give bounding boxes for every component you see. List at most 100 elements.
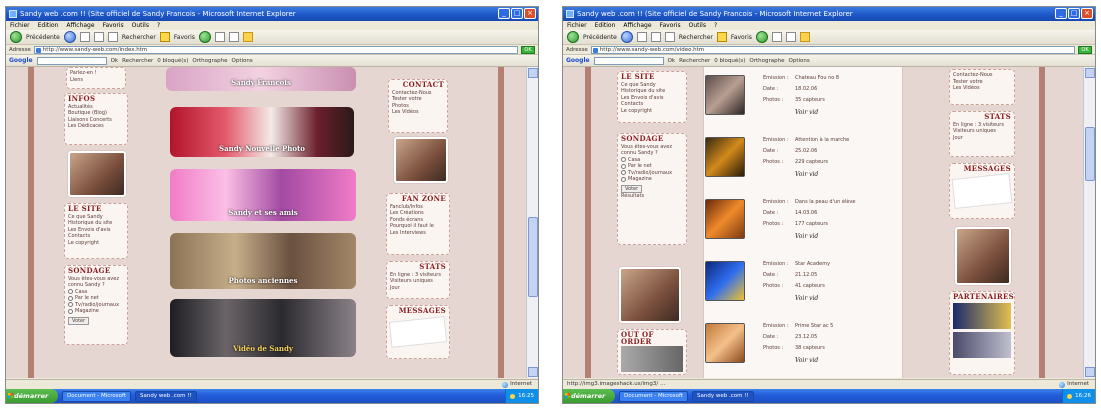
go-button[interactable]: OK [521,45,535,54]
favorites-icon[interactable] [716,32,727,42]
stop-icon[interactable] [636,32,647,42]
partner-banner[interactable] [953,331,1011,358]
banner-top[interactable]: Sandy Francois [166,67,356,91]
sidebar-link[interactable]: Les Interviews [390,230,446,237]
maximize-button[interactable]: □ [511,8,523,19]
google-search[interactable]: Rechercher [122,58,153,64]
video-thumbnail[interactable] [705,75,745,115]
taskbar-item-active[interactable]: Sandy web .com !! [692,390,754,402]
favorites-icon[interactable] [159,32,170,42]
banner-photo-4[interactable]: Photos anciennes [170,233,356,289]
mail-icon[interactable] [771,32,782,42]
banner-photo-2[interactable]: Sandy Nouvelle Photo [170,107,354,157]
google-search-input[interactable] [36,56,107,65]
mail-icon[interactable] [214,32,225,42]
menu-tools[interactable]: Outils [689,21,706,30]
stop-icon[interactable] [79,32,90,42]
back-label[interactable]: Précédente [26,34,60,41]
start-button[interactable]: démarrer [563,389,615,403]
search-label[interactable]: Rechercher [679,34,713,41]
watch-video-button[interactable]: Voir vid [795,109,818,116]
vertical-scrollbar[interactable] [1083,67,1095,378]
menu-favorites[interactable]: Favoris [660,21,681,30]
sidebar-link[interactable]: Le copyright [68,240,124,247]
scroll-thumb[interactable] [1085,127,1095,181]
favorites-label[interactable]: Favoris [731,34,752,41]
menu-edit[interactable]: Edition [38,21,59,30]
vote-button[interactable]: Voter [68,316,90,325]
radio-button[interactable] [68,289,73,295]
scroll-up-arrow[interactable] [1085,68,1095,78]
search-label[interactable]: Rechercher [122,34,156,41]
menu-tools[interactable]: Outils [132,21,149,30]
taskbar-item[interactable]: Document - Microsoft [62,390,132,402]
menu-help[interactable]: ? [714,21,717,30]
results-link[interactable]: Résultats [621,193,683,200]
scroll-down-arrow[interactable] [528,367,538,377]
google-spellcheck[interactable]: Orthographe [749,58,784,64]
radio-button[interactable] [68,295,73,301]
radio-button[interactable] [621,176,626,182]
sidebar-link[interactable]: Les Dédicaces [68,123,124,130]
back-icon[interactable] [567,31,579,43]
google-options[interactable]: Options [789,58,810,64]
google-spellcheck[interactable]: Orthographe [192,58,227,64]
vertical-scrollbar[interactable] [526,67,538,378]
radio-button[interactable] [68,308,73,314]
tray-icon[interactable] [510,393,516,399]
radio-button[interactable] [621,157,626,163]
menu-view[interactable]: Affichage [66,21,94,30]
taskbar-item[interactable]: Document - Microsoft [619,390,689,402]
vote-button[interactable]: Voter [621,184,643,193]
close-button[interactable]: × [1081,8,1093,19]
scroll-up-arrow[interactable] [528,68,538,78]
home-icon[interactable] [107,32,118,42]
go-button[interactable]: OK [1078,45,1092,54]
home-icon[interactable] [664,32,675,42]
sidebar-line[interactable]: Liens [70,77,122,84]
video-thumbnail[interactable] [705,137,745,177]
refresh-icon[interactable] [650,32,661,42]
banner-photo-3[interactable]: Sandy et ses amis [170,169,356,221]
google-search-input[interactable] [593,56,664,65]
google-popup-blocked[interactable]: 0 bloqué(s) [157,58,188,64]
watch-video-button[interactable]: Voir vid [795,171,818,178]
radio-button[interactable] [621,170,626,176]
partner-banner[interactable] [953,302,1011,329]
minimize-button[interactable]: _ [498,8,510,19]
back-icon[interactable] [10,31,22,43]
address-input[interactable]: http://www.sandy-web.com/video.htm [590,45,1075,54]
menu-help[interactable]: ? [157,21,160,30]
video-thumbnail[interactable] [705,261,745,301]
google-search[interactable]: Rechercher [679,58,710,64]
tray-icon[interactable] [1067,393,1073,399]
print-icon[interactable] [785,32,796,42]
folder-icon[interactable] [242,32,253,42]
menu-file[interactable]: Fichier [10,21,30,30]
media-icon[interactable] [198,31,211,43]
address-input[interactable]: http://www.sandy-web.com/index.htm [33,45,518,54]
maximize-button[interactable]: □ [1068,8,1080,19]
google-popup-blocked[interactable]: 0 bloqué(s) [714,58,745,64]
close-button[interactable]: × [524,8,536,19]
favorites-label[interactable]: Favoris [174,34,195,41]
menu-favorites[interactable]: Favoris [103,21,124,30]
video-thumbnail[interactable] [705,323,745,363]
google-ok[interactable]: Ok [668,58,676,64]
print-icon[interactable] [228,32,239,42]
radio-button[interactable] [621,163,626,169]
watch-video-button[interactable]: Voir vid [795,295,818,302]
radio-button[interactable] [68,302,73,308]
folder-icon[interactable] [799,32,810,42]
google-ok[interactable]: Ok [111,58,119,64]
watch-video-button[interactable]: Voir vid [795,357,818,364]
forward-icon[interactable] [620,31,633,43]
menu-file[interactable]: Fichier [567,21,587,30]
start-button[interactable]: démarrer [6,389,58,403]
video-thumbnail[interactable] [705,199,745,239]
menu-view[interactable]: Affichage [623,21,651,30]
menu-edit[interactable]: Edition [595,21,616,30]
scroll-down-arrow[interactable] [1085,367,1095,377]
back-label[interactable]: Précédente [583,34,617,41]
media-icon[interactable] [755,31,768,43]
